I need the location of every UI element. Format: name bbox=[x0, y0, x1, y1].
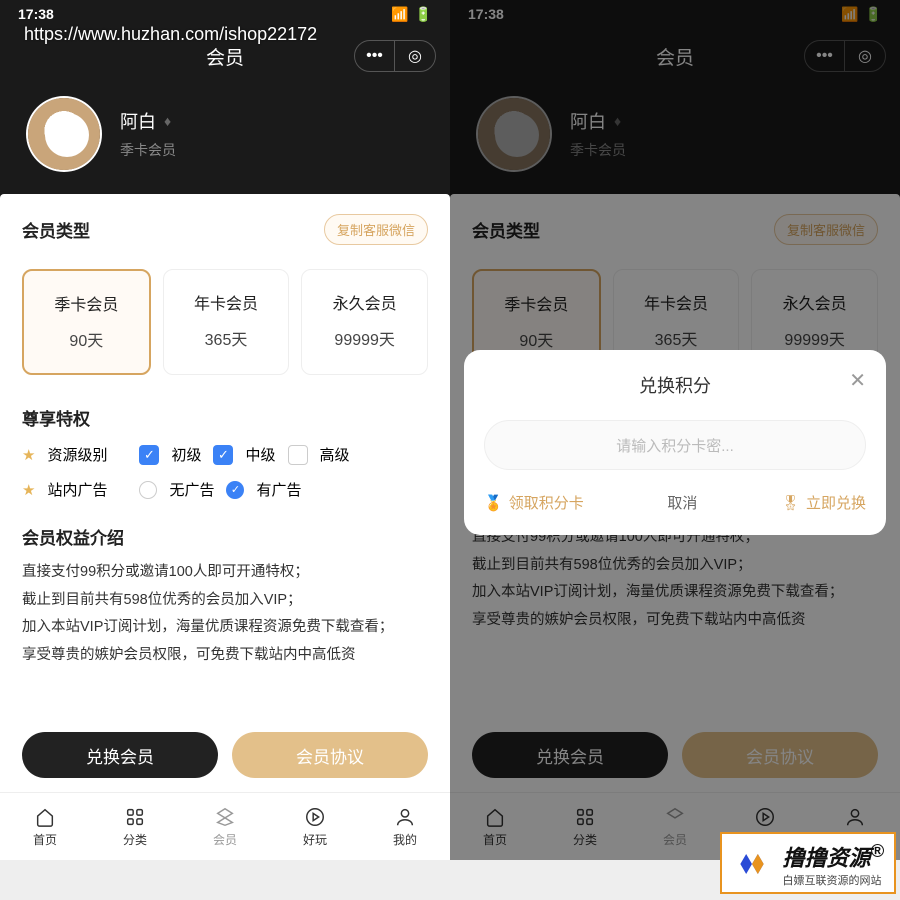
avatar[interactable] bbox=[28, 98, 100, 170]
privilege-title: 尊享特权 bbox=[22, 405, 428, 430]
modal-title: 兑换积分 bbox=[484, 372, 866, 398]
confirm-button[interactable]: 🎖立即兑换 bbox=[781, 492, 866, 513]
star-icon: ★ bbox=[22, 481, 35, 499]
points-input[interactable]: 请输入积分卡密... bbox=[484, 420, 866, 470]
bottom-buttons: 兑换会员 会员协议 bbox=[0, 722, 450, 788]
phone-left: https://www.huzhan.com/ishop22172 17:38 … bbox=[0, 0, 450, 860]
status-icons: 📶🔋 bbox=[385, 6, 432, 23]
tab-fun[interactable]: 好玩 bbox=[270, 793, 360, 860]
tab-home[interactable]: 首页 bbox=[0, 793, 90, 860]
badge-icon: 🏅 bbox=[484, 494, 503, 512]
menu-icon[interactable]: ••• bbox=[355, 40, 395, 72]
star-icon: ★ bbox=[22, 446, 35, 464]
checkbox-beginner[interactable]: ✓ bbox=[139, 445, 159, 465]
agreement-button[interactable]: 会员协议 bbox=[232, 732, 428, 778]
plan-year[interactable]: 年卡会员365天 bbox=[163, 269, 290, 375]
plan-list: 季卡会员90天 年卡会员365天 永久会员99999天 bbox=[22, 269, 428, 375]
watermark-url: https://www.huzhan.com/ishop22172 bbox=[24, 24, 317, 45]
user-header: 阿白 ♦ 季卡会员 bbox=[0, 84, 450, 200]
site-logo-watermark: 撸撸资源® 白嫖互联资源的网站 bbox=[720, 832, 896, 894]
member-type-title: 会员类型 bbox=[22, 217, 90, 242]
plan-quarter[interactable]: 季卡会员90天 bbox=[22, 269, 151, 375]
tab-bar: 首页 分类 会员 好玩 我的 bbox=[0, 792, 450, 860]
cancel-button[interactable]: 取消 bbox=[667, 492, 697, 513]
close-icon[interactable]: ✕ bbox=[849, 368, 866, 393]
plan-forever[interactable]: 永久会员99999天 bbox=[301, 269, 428, 375]
intro-title: 会员权益介绍 bbox=[22, 524, 428, 549]
tab-mine[interactable]: 我的 bbox=[360, 793, 450, 860]
miniapp-capsule[interactable]: ••• ◎ bbox=[354, 40, 436, 72]
copy-wechat-button[interactable]: 复制客服微信 bbox=[324, 214, 428, 245]
radio-no-ads[interactable] bbox=[139, 481, 157, 499]
user-tier: 季卡会员 bbox=[120, 140, 176, 160]
get-card-button[interactable]: 🏅领取积分卡 bbox=[484, 492, 584, 513]
user-info: 阿白 ♦ 季卡会员 bbox=[120, 108, 176, 160]
radio-has-ads[interactable]: ✓ bbox=[226, 481, 244, 499]
intro-text: 直接支付99积分或邀请100人即可开通特权； 截止到目前共有598位优秀的会员加… bbox=[22, 559, 428, 669]
diamond-icon: ♦ bbox=[164, 113, 171, 129]
phone-right: 17:38 📶🔋 会员 ••• ◎ 阿白♦ 季卡会员 会员类型 复制客服微信 季… bbox=[450, 0, 900, 860]
medal-icon: 🎖 bbox=[781, 494, 800, 512]
tab-category[interactable]: 分类 bbox=[90, 793, 180, 860]
user-name: 阿白 bbox=[120, 108, 156, 134]
privilege-block: ★ 资源级别 ✓初级 ✓中级 高级 ★ 站内广告 无广告 ✓有广告 bbox=[22, 444, 428, 500]
modal-actions: 🏅领取积分卡 取消 🎖立即兑换 bbox=[484, 492, 866, 513]
page-title: 会员 bbox=[206, 43, 244, 70]
redeem-button[interactable]: 兑换会员 bbox=[22, 732, 218, 778]
ads-label: 站内广告 bbox=[47, 479, 107, 500]
resource-level-label: 资源级别 bbox=[47, 444, 107, 465]
redeem-modal: ✕ 兑换积分 请输入积分卡密... 🏅领取积分卡 取消 🎖立即兑换 bbox=[464, 350, 886, 535]
tab-member[interactable]: 会员 bbox=[180, 793, 270, 860]
checkbox-advanced[interactable] bbox=[288, 445, 308, 465]
logo-icon bbox=[732, 844, 772, 884]
status-time: 17:38 bbox=[18, 6, 54, 22]
checkbox-intermediate[interactable]: ✓ bbox=[213, 445, 233, 465]
target-icon[interactable]: ◎ bbox=[395, 40, 435, 72]
